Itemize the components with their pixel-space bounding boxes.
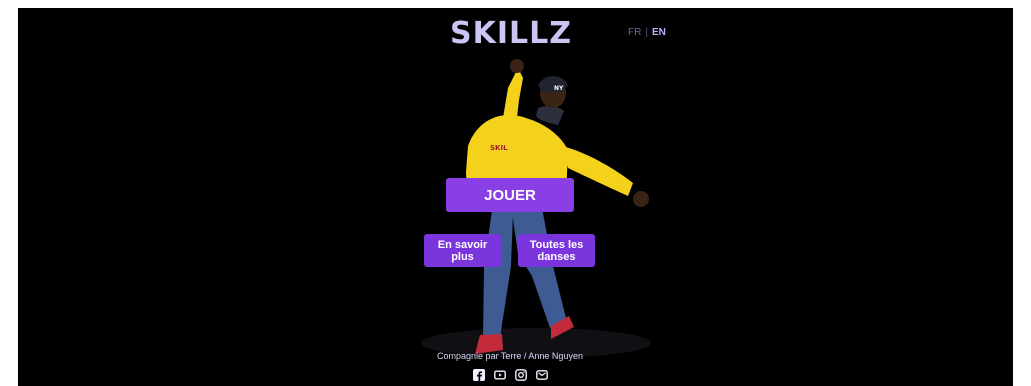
play-button[interactable]: JOUER [446, 178, 574, 212]
game-screen: SKILLZ FR | EN NY SKIL JOUER En savoir p… [18, 8, 1013, 386]
language-fr-link[interactable]: FR [628, 27, 641, 39]
social-links [472, 368, 549, 382]
all-dances-button[interactable]: Toutes les danses [518, 234, 595, 267]
dancer-image: NY SKIL [421, 59, 651, 358]
instagram-icon[interactable] [514, 368, 528, 382]
youtube-icon[interactable] [493, 368, 507, 382]
svg-text:NY: NY [554, 85, 564, 92]
email-icon[interactable] [535, 368, 549, 382]
app-logo: SKILLZ [450, 16, 573, 51]
learn-more-button[interactable]: En savoir plus [424, 234, 501, 267]
language-en-link[interactable]: EN [652, 27, 666, 39]
language-switcher: FR | EN [628, 27, 666, 39]
facebook-icon[interactable] [472, 368, 486, 382]
svg-text:SKIL: SKIL [490, 144, 508, 152]
language-separator: | [645, 27, 648, 38]
company-credit: Compagnie par Terre / Anne Nguyen [437, 351, 583, 361]
